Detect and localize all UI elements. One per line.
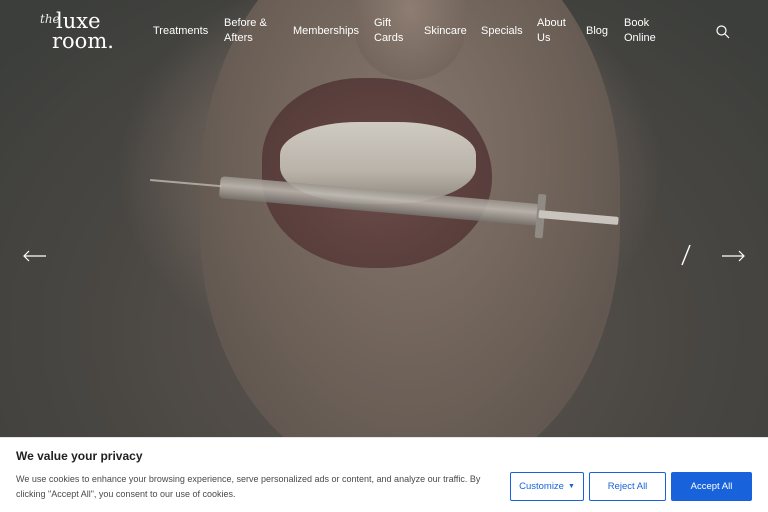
caret-down-icon: ▼ bbox=[567, 483, 575, 490]
slide-divider-icon bbox=[676, 242, 696, 268]
nav-label-book-online-1[interactable]: Book bbox=[624, 16, 668, 31]
accept-all-button[interactable]: Accept All bbox=[671, 472, 752, 501]
logo-line2-text: room bbox=[52, 29, 108, 53]
logo-line2: room. bbox=[52, 30, 114, 52]
site-logo[interactable]: the luxe room. bbox=[40, 10, 128, 56]
hero-image bbox=[0, 0, 768, 512]
customize-label: Customize bbox=[519, 481, 564, 492]
nav-label-about-us-1[interactable]: About bbox=[537, 16, 575, 31]
arrow-right-icon[interactable] bbox=[720, 246, 746, 266]
nav-item-specials[interactable]: Specials bbox=[481, 24, 523, 39]
nav-label-before-afters-2[interactable]: Afters bbox=[224, 31, 276, 46]
syringe-plunger bbox=[538, 210, 619, 225]
nav-label-gift-cards-2[interactable]: Cards bbox=[374, 31, 410, 46]
nav-label-gift-cards-1[interactable]: Gift bbox=[374, 16, 410, 31]
nav-item-blog[interactable]: Blog bbox=[586, 24, 608, 39]
nav-item-skincare[interactable]: Skincare bbox=[424, 24, 467, 39]
cookie-banner: We value your privacy We use cookies to … bbox=[0, 437, 768, 512]
nav-item-memberships[interactable]: Memberships bbox=[293, 24, 359, 39]
nav-label-book-online-2[interactable]: Online bbox=[624, 31, 668, 46]
nav-item-book-online[interactable]: Book Online bbox=[624, 16, 668, 46]
reject-all-button[interactable]: Reject All bbox=[589, 472, 666, 501]
search-icon[interactable] bbox=[715, 24, 731, 40]
nav-label-about-us-2[interactable]: Us bbox=[537, 31, 575, 46]
nav-label-treatments[interactable]: Treatments bbox=[153, 25, 208, 37]
cookie-title: We value your privacy bbox=[16, 449, 143, 463]
syringe-needle bbox=[150, 179, 222, 188]
logo-dot: . bbox=[107, 29, 114, 53]
nav-item-before-afters[interactable]: Before & Afters bbox=[224, 16, 276, 46]
nav-item-treatments[interactable]: Treatments bbox=[153, 24, 208, 39]
nav-item-about-us[interactable]: About Us bbox=[537, 16, 575, 46]
nav-label-memberships[interactable]: Memberships bbox=[293, 25, 359, 37]
nav-label-before-afters-1[interactable]: Before & bbox=[224, 16, 276, 31]
nav-label-blog[interactable]: Blog bbox=[586, 25, 608, 37]
nav-label-skincare[interactable]: Skincare bbox=[424, 25, 467, 37]
nav-item-gift-cards[interactable]: Gift Cards bbox=[374, 16, 410, 46]
site-header: the luxe room. Treatments Before & After… bbox=[0, 0, 768, 64]
arrow-left-icon[interactable] bbox=[22, 246, 48, 266]
customize-button[interactable]: Customize ▼ bbox=[510, 472, 584, 501]
nav-label-specials[interactable]: Specials bbox=[481, 25, 523, 37]
cookie-text: We use cookies to enhance your browsing … bbox=[16, 474, 481, 499]
